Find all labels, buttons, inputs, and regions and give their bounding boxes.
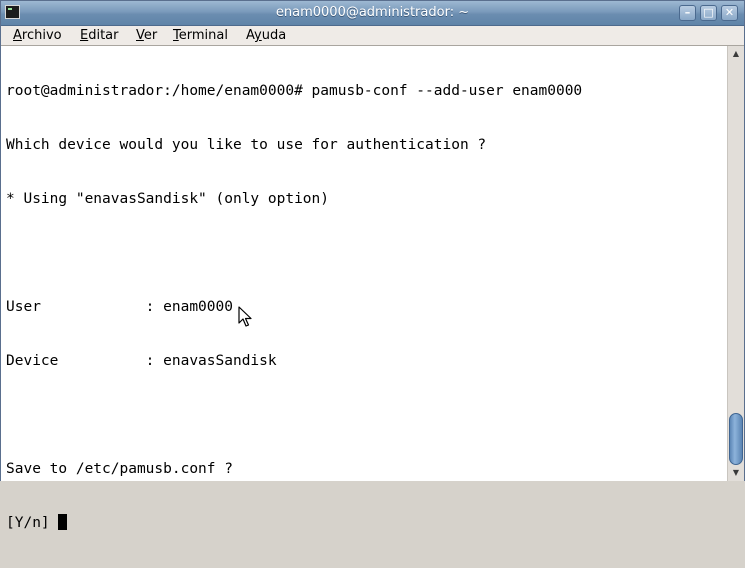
minimize-icon: – [684,6,691,19]
scroll-up-button[interactable]: ▲ [728,46,744,62]
terminal-line: Save to /etc/pamusb.conf ? [6,461,233,477]
title-bar[interactable]: enam0000@administrador: ~ – □ ✕ [1,1,744,26]
arrow-down-icon: ▼ [732,468,740,477]
terminal-line: User : enam0000 [6,299,233,315]
prompt-line[interactable]: [Y/n] [6,514,721,532]
menu-ver[interactable]: Ver [136,26,157,45]
arrow-up-icon: ▲ [732,49,740,58]
minimize-button[interactable]: – [679,5,696,21]
scroll-thumb[interactable] [729,413,743,465]
menu-archivo[interactable]: Archivo [13,26,62,45]
menu-editar[interactable]: Editar [80,26,119,45]
scroll-down-button[interactable]: ▼ [728,465,744,481]
terminal-area[interactable]: root@administrador:/home/enam0000# pamus… [1,45,744,531]
close-button[interactable]: ✕ [721,5,738,21]
close-icon: ✕ [724,6,735,19]
terminal-window: enam0000@administrador: ~ – □ ✕ Archivo … [0,0,745,531]
terminal-line: Device : enavasSandisk [6,353,277,369]
mouse-pointer-icon [238,306,252,327]
terminal-line: * Using "enavasSandisk" (only option) [6,191,330,207]
terminal-line: Which device would you like to use for a… [6,137,487,153]
window-title: enam0000@administrador: ~ [275,5,470,20]
menu-terminal[interactable]: Terminal [173,26,228,45]
maximize-icon: □ [703,6,714,19]
menu-bar: Archivo Editar Ver Terminal Ayuda [1,26,744,45]
menu-ayuda[interactable]: Ayuda [246,26,286,45]
terminal-line: root@administrador:/home/enam0000# pamus… [6,83,583,99]
maximize-button[interactable]: □ [700,5,717,21]
text-cursor [58,514,68,530]
terminal-output[interactable]: root@administrador:/home/enam0000# pamus… [6,46,721,531]
vertical-scrollbar[interactable]: ▲ ▼ [727,46,744,481]
prompt-text: [Y/n] [6,515,59,531]
